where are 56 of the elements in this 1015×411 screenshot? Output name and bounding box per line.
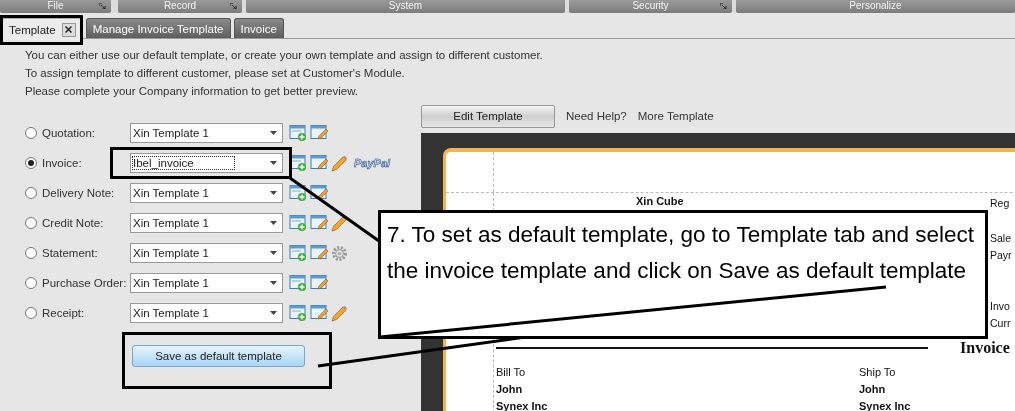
radio-button[interactable]	[25, 277, 37, 289]
link[interactable]: More Template	[637, 110, 714, 122]
template-label: Statement:	[42, 247, 99, 259]
close-icon[interactable]	[61, 22, 76, 37]
info-label: Reg	[990, 196, 1011, 211]
caret-icon	[270, 191, 277, 195]
tab[interactable]: Invoice	[233, 18, 284, 38]
radio-button[interactable]	[25, 127, 37, 139]
template-dropdown[interactable]: Ibel_invoice	[130, 153, 283, 173]
info-label: Payr	[990, 248, 1012, 263]
template-label: Delivery Note:	[42, 187, 116, 199]
company-name: Xin Cube	[636, 195, 684, 207]
template-label: Quotation:	[42, 127, 97, 139]
address-line: John	[859, 382, 887, 397]
caret-icon	[270, 221, 277, 225]
template-label: Purchase Order:	[42, 277, 128, 289]
template-label: Invoice:	[42, 157, 83, 169]
edit-template-button[interactable]: Edit Template	[421, 104, 555, 128]
template-dropdown[interactable]: Xin Template 1	[130, 303, 283, 323]
link[interactable]: Need Help?	[566, 110, 627, 122]
info-label: Invo	[990, 299, 1011, 314]
info-label: Curr	[990, 316, 1012, 331]
caret-icon	[270, 281, 277, 285]
pencil-icon[interactable]	[331, 214, 347, 232]
address-heading: Bill To	[496, 365, 527, 380]
address-heading: Ship To	[859, 365, 897, 380]
template-dropdown[interactable]: Xin Template 1	[130, 183, 283, 203]
intro-text: You can either use our default template, or create your own template and assign to different customer.	[25, 48, 544, 63]
radio-button[interactable]	[25, 187, 37, 199]
document-title: Invoice	[960, 339, 1010, 357]
caret-icon	[270, 131, 277, 135]
callout-text: 7. To set as default template, go to Template tab and select the invoice template and click on Save as default template	[378, 210, 988, 339]
gear-icon[interactable]	[331, 244, 348, 262]
save-button[interactable]: Save as default template	[132, 345, 305, 367]
expand-icon	[230, 3, 237, 9]
tab[interactable]: Template	[2, 18, 83, 40]
radio-button[interactable]	[25, 247, 37, 259]
template-dropdown[interactable]: Xin Template 1	[130, 213, 283, 233]
expand-icon	[720, 3, 727, 9]
caret-icon	[270, 251, 277, 255]
radio-button[interactable]	[25, 157, 37, 169]
caret-icon	[270, 311, 277, 315]
template-dropdown[interactable]: Xin Template 1	[130, 123, 283, 143]
template-dropdown[interactable]: Xin Template 1	[130, 273, 283, 293]
tab[interactable]: Manage Invoice Template	[85, 18, 231, 38]
radio-button[interactable]	[25, 307, 37, 319]
intro-text: Please complete your Company information to get better preview.	[25, 84, 360, 99]
address-line: John	[496, 382, 524, 397]
template-dropdown[interactable]: Xin Template 1	[130, 243, 283, 263]
caret-icon	[270, 161, 277, 165]
info-label: Sale	[990, 231, 1012, 246]
template-label: Credit Note:	[42, 217, 105, 229]
template-label: Receipt:	[42, 307, 86, 319]
radio-button[interactable]	[25, 217, 37, 229]
expand-icon	[99, 3, 106, 9]
intro-text: To assign template to different customer, please set at Customer's Module.	[25, 66, 406, 81]
